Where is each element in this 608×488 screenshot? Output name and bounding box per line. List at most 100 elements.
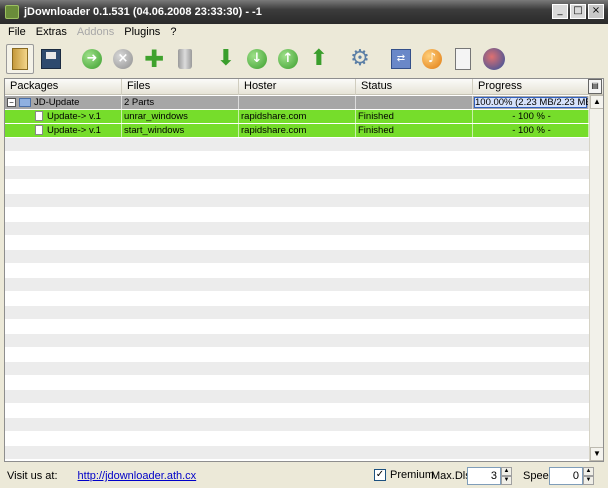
- minimize-button[interactable]: _: [552, 4, 568, 19]
- empty-row: [5, 390, 589, 403]
- maximize-button[interactable]: □: [570, 4, 586, 19]
- stop-icon: ×: [113, 49, 133, 69]
- file-name-cell: Update-> v.1: [5, 124, 122, 137]
- package-progress-cell: 100.00% (2.23 MB/2.23 MB): [473, 96, 589, 109]
- empty-row: [5, 348, 589, 361]
- website-link[interactable]: http://jdownloader.ath.cx: [78, 470, 197, 482]
- stop-button[interactable]: ×: [109, 44, 137, 74]
- maxdls-spinner[interactable]: 3 ▲ ▼: [467, 467, 512, 485]
- file-status-cell: Finished: [356, 110, 473, 123]
- move-up-button[interactable]: ↑: [274, 44, 302, 74]
- file-hoster-cell: rapidshare.com: [239, 110, 356, 123]
- speed-input[interactable]: 0: [549, 467, 583, 485]
- empty-row: [5, 432, 589, 445]
- maxdls-input[interactable]: 3: [467, 467, 501, 485]
- start-icon: ➜: [82, 49, 102, 69]
- app-icon: [5, 5, 19, 19]
- add-button[interactable]: ✚: [140, 44, 168, 74]
- speed-down-icon[interactable]: ▼: [583, 476, 594, 485]
- empty-row: [5, 152, 589, 165]
- collapse-icon[interactable]: −: [7, 97, 16, 107]
- open-button[interactable]: [6, 44, 34, 74]
- empty-row: [5, 446, 589, 459]
- menu-help[interactable]: ?: [166, 26, 182, 38]
- window-controls: _ □ ×: [552, 4, 604, 19]
- package-files-cell: 2 Parts: [122, 96, 239, 109]
- save-icon: [41, 49, 61, 69]
- file-file-cell: unrar_windows: [122, 110, 239, 123]
- empty-row: [5, 306, 589, 319]
- menu-plugins[interactable]: Plugins: [120, 26, 166, 38]
- table-body: − JD-Update 2 Parts 100.00% (2.23 MB/2.23…: [5, 95, 589, 461]
- update-button[interactable]: [480, 44, 508, 74]
- maxdls-down-icon[interactable]: ▼: [501, 476, 512, 485]
- toolbar: ➜ × ✚ ⬇ ↓ ↑ ⬆ ⚙ ⇄ ♪: [0, 41, 608, 77]
- file-progress-cell: - 100 % -: [473, 110, 589, 123]
- file-status-cell: Finished: [356, 124, 473, 137]
- file-name-cell: Update-> v.1: [5, 110, 122, 123]
- scroll-down-icon[interactable]: ▼: [590, 447, 603, 461]
- empty-row: [5, 180, 589, 193]
- file-name: Update-> v.1: [47, 111, 101, 122]
- file-icon: [35, 111, 43, 122]
- empty-row: [5, 194, 589, 207]
- empty-row: [5, 292, 589, 305]
- column-status[interactable]: Status: [356, 79, 473, 95]
- scroll-up-icon[interactable]: ▲: [590, 95, 603, 109]
- delete-button[interactable]: [171, 44, 199, 74]
- menu-extras[interactable]: Extras: [32, 26, 73, 38]
- save-button[interactable]: [37, 44, 65, 74]
- settings-button[interactable]: ⚙: [346, 44, 374, 74]
- status-bar: Visit us at: http://jdownloader.ath.cx ✓…: [0, 464, 608, 488]
- speed-up-icon[interactable]: ▲: [583, 467, 594, 476]
- download-table: Packages Files Hoster Status Progress ▤ …: [4, 78, 604, 462]
- premium-label: Premium: [390, 469, 435, 481]
- empty-row: [5, 376, 589, 389]
- package-hoster-cell: [239, 96, 356, 109]
- empty-row: [5, 334, 589, 347]
- empty-row: [5, 138, 589, 151]
- file-name: Update-> v.1: [47, 125, 101, 136]
- reconnect-button[interactable]: ⇄: [387, 44, 415, 74]
- package-row[interactable]: − JD-Update 2 Parts 100.00% (2.23 MB/2.23…: [5, 96, 589, 109]
- window-title: jDownloader 0.1.531 (04.06.2008 23:33:30…: [24, 6, 262, 18]
- menu-file[interactable]: File: [4, 26, 32, 38]
- speed-spinner[interactable]: 0 ▲ ▼: [549, 467, 594, 485]
- file-row[interactable]: Update-> v.1 unrar_windows rapidshare.co…: [5, 110, 589, 123]
- column-hoster[interactable]: Hoster: [239, 79, 356, 95]
- title-bar[interactable]: jDownloader 0.1.531 (04.06.2008 23:33:30…: [0, 0, 608, 24]
- empty-row: [5, 460, 589, 461]
- column-packages[interactable]: Packages: [5, 79, 122, 95]
- file-row[interactable]: Update-> v.1 start_windows rapidshare.co…: [5, 124, 589, 137]
- premium-checkbox[interactable]: ✓: [374, 469, 386, 481]
- package-name: JD-Update: [34, 97, 80, 108]
- empty-row: [5, 278, 589, 291]
- empty-row: [5, 362, 589, 375]
- empty-row: [5, 250, 589, 263]
- update-icon: [483, 48, 505, 70]
- empty-row: [5, 222, 589, 235]
- clipboard-observer-button[interactable]: ♪: [418, 44, 446, 74]
- move-bottom-button[interactable]: ⬇: [212, 44, 240, 74]
- clipboard-icon: [455, 48, 471, 70]
- empty-row: [5, 264, 589, 277]
- file-file-cell: start_windows: [122, 124, 239, 137]
- vertical-scrollbar[interactable]: ▲ ▼: [589, 95, 603, 461]
- move-top-button[interactable]: ⬆: [305, 44, 333, 74]
- menu-addons[interactable]: Addons: [73, 26, 120, 38]
- clipboard-button[interactable]: [449, 44, 477, 74]
- move-down-button[interactable]: ↓: [243, 44, 271, 74]
- maxdls-up-icon[interactable]: ▲: [501, 467, 512, 476]
- column-progress[interactable]: Progress: [473, 79, 589, 95]
- package-name-cell: − JD-Update: [5, 96, 122, 109]
- start-button[interactable]: ➜: [78, 44, 106, 74]
- column-chooser-icon[interactable]: ▤: [588, 79, 602, 94]
- premium-toggle[interactable]: ✓ Premium: [374, 469, 434, 481]
- add-icon: ✚: [143, 45, 165, 73]
- empty-row: [5, 418, 589, 431]
- move-up-icon: ↑: [278, 49, 298, 69]
- close-button[interactable]: ×: [588, 4, 604, 19]
- package-progress-text: 100.00% (2.23 MB/2.23 MB): [475, 97, 589, 108]
- column-files[interactable]: Files: [122, 79, 239, 95]
- move-bottom-icon: ⬇: [216, 46, 236, 71]
